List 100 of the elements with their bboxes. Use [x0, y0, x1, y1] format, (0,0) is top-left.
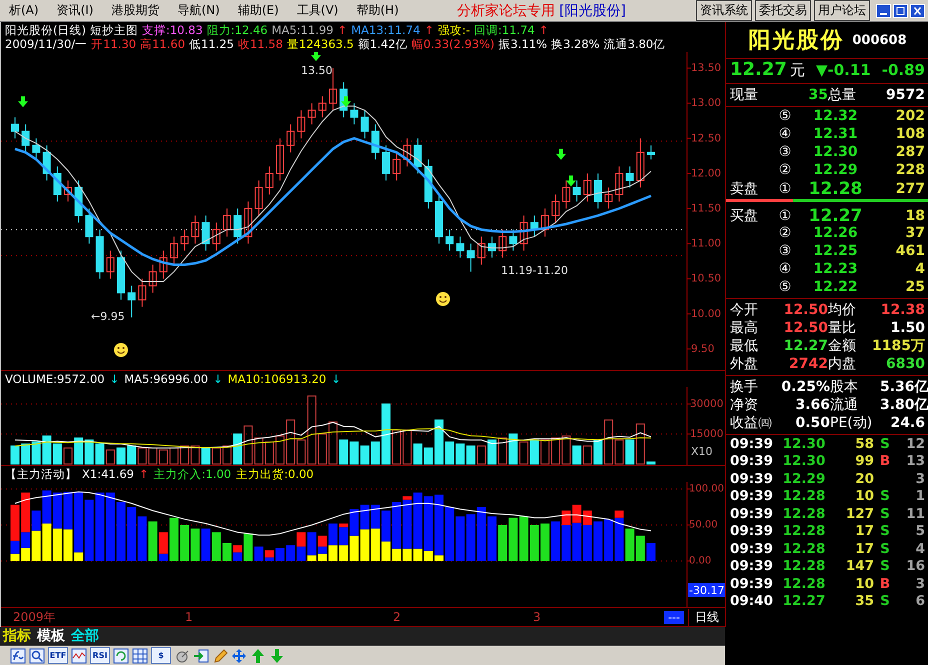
toolbar-button[interactable]: $: [151, 647, 171, 664]
bar: [582, 510, 592, 526]
menu-item[interactable]: 辅助(E): [228, 2, 288, 19]
field-value: 24.6: [889, 415, 925, 431]
toolbar-button[interactable]: 用户论坛: [814, 0, 870, 21]
bar: [32, 530, 41, 562]
move-icon[interactable]: [231, 648, 247, 664]
bar: [233, 545, 242, 552]
trade-time: 09:39: [730, 540, 774, 557]
arrow-icon: ↑: [538, 22, 548, 37]
candle: [42, 144, 51, 181]
grid-icon[interactable]: [132, 648, 148, 664]
indicator-text: 【主力活动】: [5, 466, 77, 482]
menu-item[interactable]: 资讯(I): [48, 2, 102, 19]
stacked-bar: [360, 504, 370, 562]
menu-item[interactable]: 析(A): [0, 2, 48, 19]
stacked-bar: [106, 492, 115, 562]
trade-time: 09:39: [730, 506, 774, 522]
field-label: 最低: [730, 337, 759, 355]
minimize-icon[interactable]: [876, 4, 891, 18]
bar: [339, 524, 348, 528]
candle: [265, 166, 274, 195]
candle: [466, 242, 475, 272]
toolbar-button[interactable]: 委托交易: [755, 0, 811, 21]
period-label: 日线: [688, 608, 725, 626]
formula-icon[interactable]: [10, 648, 26, 664]
order-quantity: 461: [894, 243, 925, 259]
stacked-bar: [519, 516, 528, 562]
arrow-icon: ↑: [139, 467, 149, 482]
trade-side: S: [879, 558, 891, 574]
trade-price: 12.27: [782, 593, 826, 610]
candle: [276, 138, 284, 181]
indicator-text: 支撑:10.83: [142, 22, 203, 37]
trade-volume: 20: [854, 470, 874, 487]
order-quantity: 287: [894, 144, 925, 160]
trade-count: 3: [914, 576, 925, 592]
bar: [328, 524, 338, 546]
stacked-bar: [424, 496, 433, 562]
menu-item[interactable]: 工具(V): [288, 2, 348, 19]
bar: [339, 527, 348, 546]
price-annotation: 13.50: [301, 64, 332, 77]
order-price: 12.22: [812, 279, 859, 295]
bar: [614, 510, 624, 518]
bar: [424, 550, 433, 562]
search-icon[interactable]: [29, 648, 45, 664]
stacked-bar: [350, 509, 359, 562]
bar: [10, 504, 20, 541]
wave-chart-icon[interactable]: [71, 648, 87, 664]
close-icon[interactable]: [910, 4, 925, 18]
candle: [360, 110, 369, 139]
candle: [202, 214, 210, 251]
time-axis-label: 3: [533, 610, 541, 624]
smiley-icon: [114, 342, 128, 357]
enter-icon[interactable]: [193, 648, 209, 664]
stacked-bar: [456, 516, 465, 562]
trade-time: 09:40: [730, 593, 774, 610]
bar: [52, 528, 62, 562]
field-value: 12.50: [782, 302, 828, 318]
order-price: 12.30: [812, 144, 859, 160]
field-label: 内盘: [828, 355, 857, 373]
stacked-bar: [190, 528, 200, 562]
refresh-icon[interactable]: [113, 648, 129, 664]
panel-tab[interactable]: 全部: [71, 628, 99, 644]
candle: [234, 208, 242, 244]
price-annotation: 11.19-11.20: [501, 264, 568, 277]
trade-time: 09:39: [730, 470, 774, 487]
candle: [552, 194, 560, 223]
trade-time: 09:39: [730, 576, 774, 592]
panel-tab[interactable]: 指标: [3, 628, 31, 644]
bar: [360, 504, 370, 530]
maximize-icon[interactable]: [893, 4, 908, 18]
menu-item[interactable]: 港股期货: [102, 2, 168, 19]
time-axis-label: 2: [393, 610, 401, 624]
stacked-bar: [582, 510, 592, 562]
axis-label: 30000: [690, 398, 724, 410]
bar: [74, 552, 84, 562]
trade-price: 12.28: [782, 540, 826, 557]
trade-price: 12.28: [782, 523, 826, 540]
candle: [308, 102, 316, 125]
candle: [435, 194, 443, 244]
candle: [456, 236, 464, 258]
order-price: 12.25: [812, 243, 859, 259]
bar: [42, 524, 52, 562]
toolbar-button[interactable]: ETF: [48, 647, 68, 664]
toolbar-button[interactable]: 资讯系统: [696, 0, 752, 21]
toolbar-button[interactable]: RSI: [90, 647, 110, 664]
candle: [318, 96, 326, 118]
trade-volume: 35: [854, 593, 874, 610]
satellite-icon[interactable]: [174, 648, 190, 664]
bar: [318, 546, 327, 554]
menu-item[interactable]: 导航(N): [168, 2, 229, 19]
candle: [297, 110, 306, 139]
candle: [106, 250, 114, 280]
order-quantity: 37: [904, 225, 925, 241]
candle: [392, 152, 401, 181]
bar: [424, 496, 433, 551]
bar: [402, 500, 412, 549]
candle: [626, 166, 634, 188]
panel-tab[interactable]: 模板: [37, 628, 65, 644]
menu-item[interactable]: 帮助(H): [347, 2, 408, 19]
